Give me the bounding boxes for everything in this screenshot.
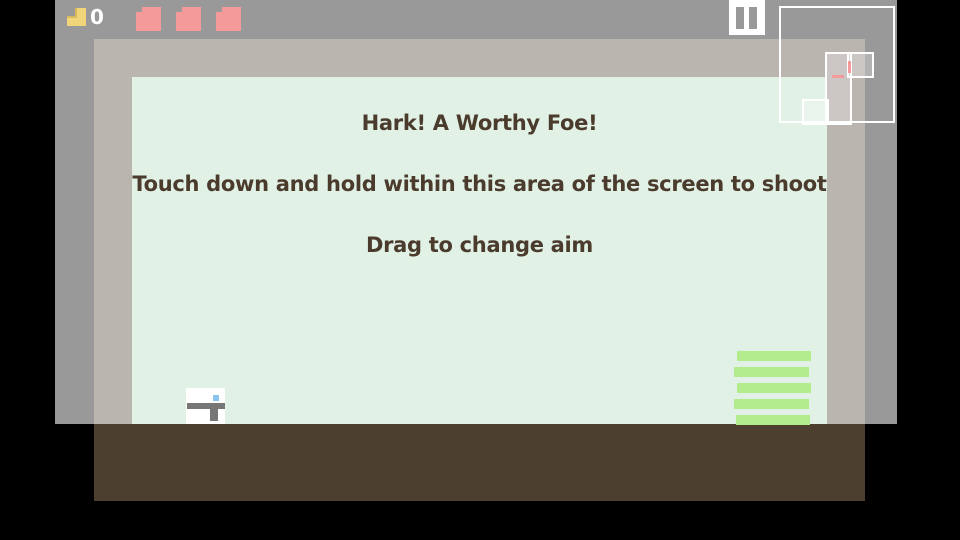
tutorial-instruction: Touch down and hold within this area of … bbox=[132, 172, 827, 196]
minimap-room bbox=[847, 52, 874, 78]
heart-icon bbox=[136, 7, 161, 31]
minimap-door-marker bbox=[848, 61, 851, 73]
minimap[interactable] bbox=[779, 6, 895, 125]
heart-icon bbox=[216, 7, 241, 31]
player-gun bbox=[187, 403, 225, 409]
tutorial-hint: Drag to change aim bbox=[365, 233, 594, 257]
player-character bbox=[186, 388, 225, 424]
coin-icon bbox=[67, 8, 86, 26]
minimap-enemy-marker bbox=[832, 75, 844, 78]
pause-button[interactable] bbox=[729, 0, 765, 35]
room-floor bbox=[94, 424, 865, 501]
enemy-worthy-foe bbox=[733, 350, 813, 426]
pause-icon bbox=[736, 7, 744, 29]
tutorial-title: Hark! A Worthy Foe! bbox=[361, 111, 598, 135]
coin-count: 0 bbox=[90, 5, 104, 29]
heart-icon bbox=[176, 7, 201, 31]
minimap-room bbox=[802, 99, 829, 125]
